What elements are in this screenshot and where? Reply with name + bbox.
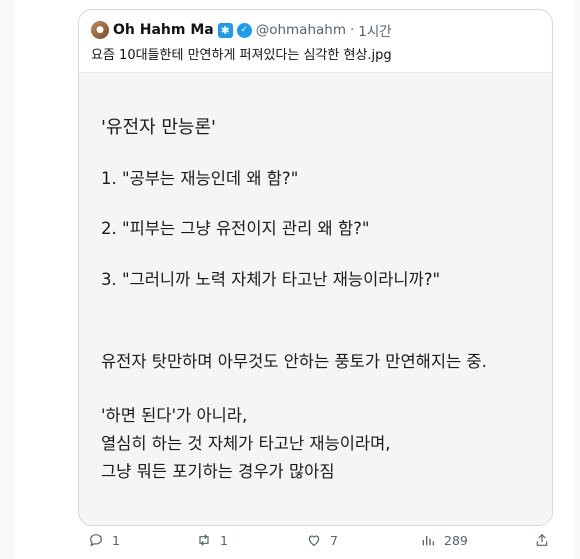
share-button[interactable] (534, 532, 550, 548)
affiliate-badge-icon: ✱ (217, 22, 233, 38)
views-button[interactable]: 289 (420, 532, 468, 548)
image-paragraph-2-line-3: 그냥 뭐든 포기하는 경우가 많아짐 (101, 462, 335, 481)
quoted-tweet-card[interactable]: ● Oh Hahm Ma ✱ ✓ @ohmahahm · 1시간 요즘 10대들… (78, 9, 553, 526)
image-paragraph-2-line-2: 열심히 하는 것 자체가 타고난 재능이라며, (101, 434, 391, 453)
reply-count: 1 (112, 532, 120, 548)
verified-icon: ✓ (236, 22, 252, 38)
retweet-button[interactable]: 1 (196, 532, 228, 548)
tweet-image[interactable]: '유전자 만능론' 1. "공부는 재능인데 왜 함?" 2. "피부는 그냥 … (79, 72, 552, 525)
like-count: 7 (330, 532, 338, 548)
views-icon (422, 536, 434, 546)
image-item-1: 1. "공부는 재능인데 왜 함?" (101, 169, 299, 188)
reply-button[interactable]: 1 (88, 532, 120, 548)
image-item-2: 2. "피부는 그냥 유전이지 관리 왜 함?" (101, 219, 370, 238)
image-paragraph-2-line-1: '하면 된다'가 아니라, (101, 406, 248, 425)
reply-icon (90, 534, 102, 547)
like-icon (308, 535, 320, 547)
quoted-tweet-header: ● Oh Hahm Ma ✱ ✓ @ohmahahm · 1시간 (91, 20, 392, 40)
retweet-count: 1 (220, 532, 228, 548)
like-button[interactable]: 7 (306, 532, 338, 548)
author-name[interactable]: Oh Hahm Ma (113, 22, 214, 38)
views-count: 289 (444, 532, 468, 548)
tweet-time[interactable]: 1시간 (358, 20, 391, 40)
image-title: '유전자 만능론' (101, 117, 216, 138)
retweet-icon (199, 534, 209, 546)
image-paragraph-1: 유전자 탓만하며 아무것도 안하는 풍토가 만연해지는 중. (101, 352, 487, 371)
tweet-action-bar: 1 1 7 289 (88, 532, 560, 552)
image-item-3: 3. "그러니까 노력 자체가 타고난 재능이라니까?" (101, 270, 441, 289)
avatar[interactable]: ● (91, 21, 109, 39)
quoted-tweet-text: 요즘 10대들한테 만연하게 퍼져있다는 심각한 현상.jpg (91, 48, 392, 63)
share-icon (536, 533, 548, 546)
author-handle: @ohmahahm (255, 22, 346, 38)
dot-separator: · (350, 22, 355, 38)
